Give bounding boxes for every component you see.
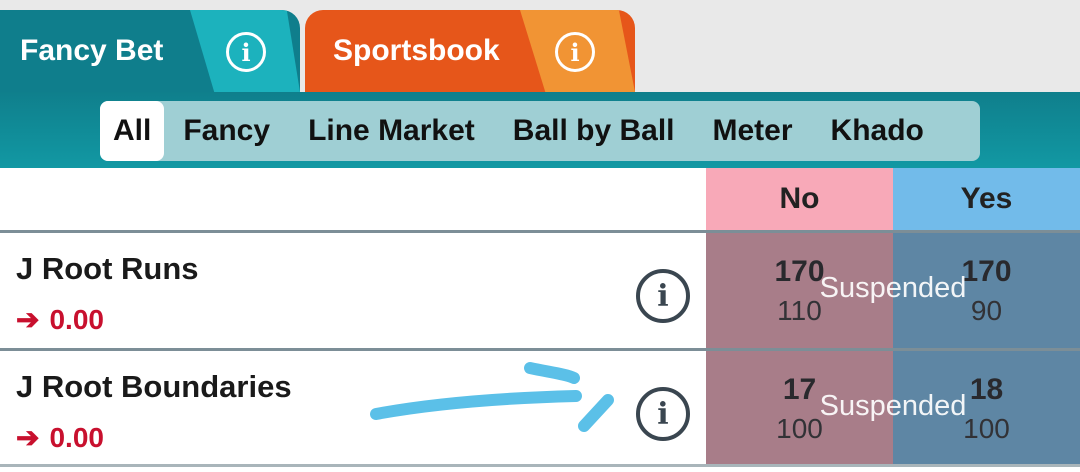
market-row: J Root Boundaries ➔ 0.00 i 17 100 18 100… <box>0 348 1080 467</box>
profit-loss: ➔ 0.00 <box>16 421 104 454</box>
filter-ball-by-ball[interactable]: Ball by Ball <box>494 101 694 161</box>
header-no: No <box>706 168 893 230</box>
arrow-right-icon: ➔ <box>16 304 40 335</box>
tab-sportsbook[interactable]: Sportsbook i <box>305 10 635 92</box>
info-icon[interactable]: i <box>636 269 690 323</box>
suspended-label: Suspended <box>819 271 967 304</box>
filter-tabs: All Fancy Line Market Ball by Ball Meter… <box>100 101 980 161</box>
fancy-market-table: No Yes J Root Runs ➔ 0.00 i 170 110 170 … <box>0 168 1080 472</box>
info-icon[interactable]: i <box>226 32 266 72</box>
filter-fancy[interactable]: Fancy <box>164 101 289 161</box>
filter-all[interactable]: All <box>100 101 165 161</box>
header-yes: Yes <box>893 168 1080 230</box>
filter-line-market[interactable]: Line Market <box>289 101 494 161</box>
profit-loss: ➔ 0.00 <box>16 303 104 336</box>
info-icon[interactable]: i <box>636 387 690 441</box>
market-tabs-bar: Fancy Bet i Sportsbook i <box>0 0 1080 92</box>
market-row: J Root Runs ➔ 0.00 i 170 110 170 90 Susp… <box>0 230 1080 349</box>
filter-meter[interactable]: Meter <box>694 101 812 161</box>
profit-loss-value: 0.00 <box>49 421 104 453</box>
suspended-label: Suspended <box>819 389 967 422</box>
arrow-right-icon: ➔ <box>16 422 40 453</box>
tab-fancy-bet-label: Fancy Bet <box>20 34 164 67</box>
divider <box>0 464 1080 467</box>
info-icon[interactable]: i <box>555 32 595 72</box>
filter-khado[interactable]: Khado <box>812 101 943 161</box>
market-name: J Root Runs <box>16 251 199 286</box>
tab-sportsbook-label: Sportsbook <box>333 34 500 67</box>
suspended-overlay: Suspended <box>706 351 1080 467</box>
profit-loss-value: 0.00 <box>49 303 104 335</box>
filter-bar: All Fancy Line Market Ball by Ball Meter… <box>0 92 1080 170</box>
suspended-overlay: Suspended <box>706 233 1080 349</box>
tab-fancy-bet[interactable]: Fancy Bet i <box>0 10 300 92</box>
market-name: J Root Boundaries <box>16 369 292 404</box>
